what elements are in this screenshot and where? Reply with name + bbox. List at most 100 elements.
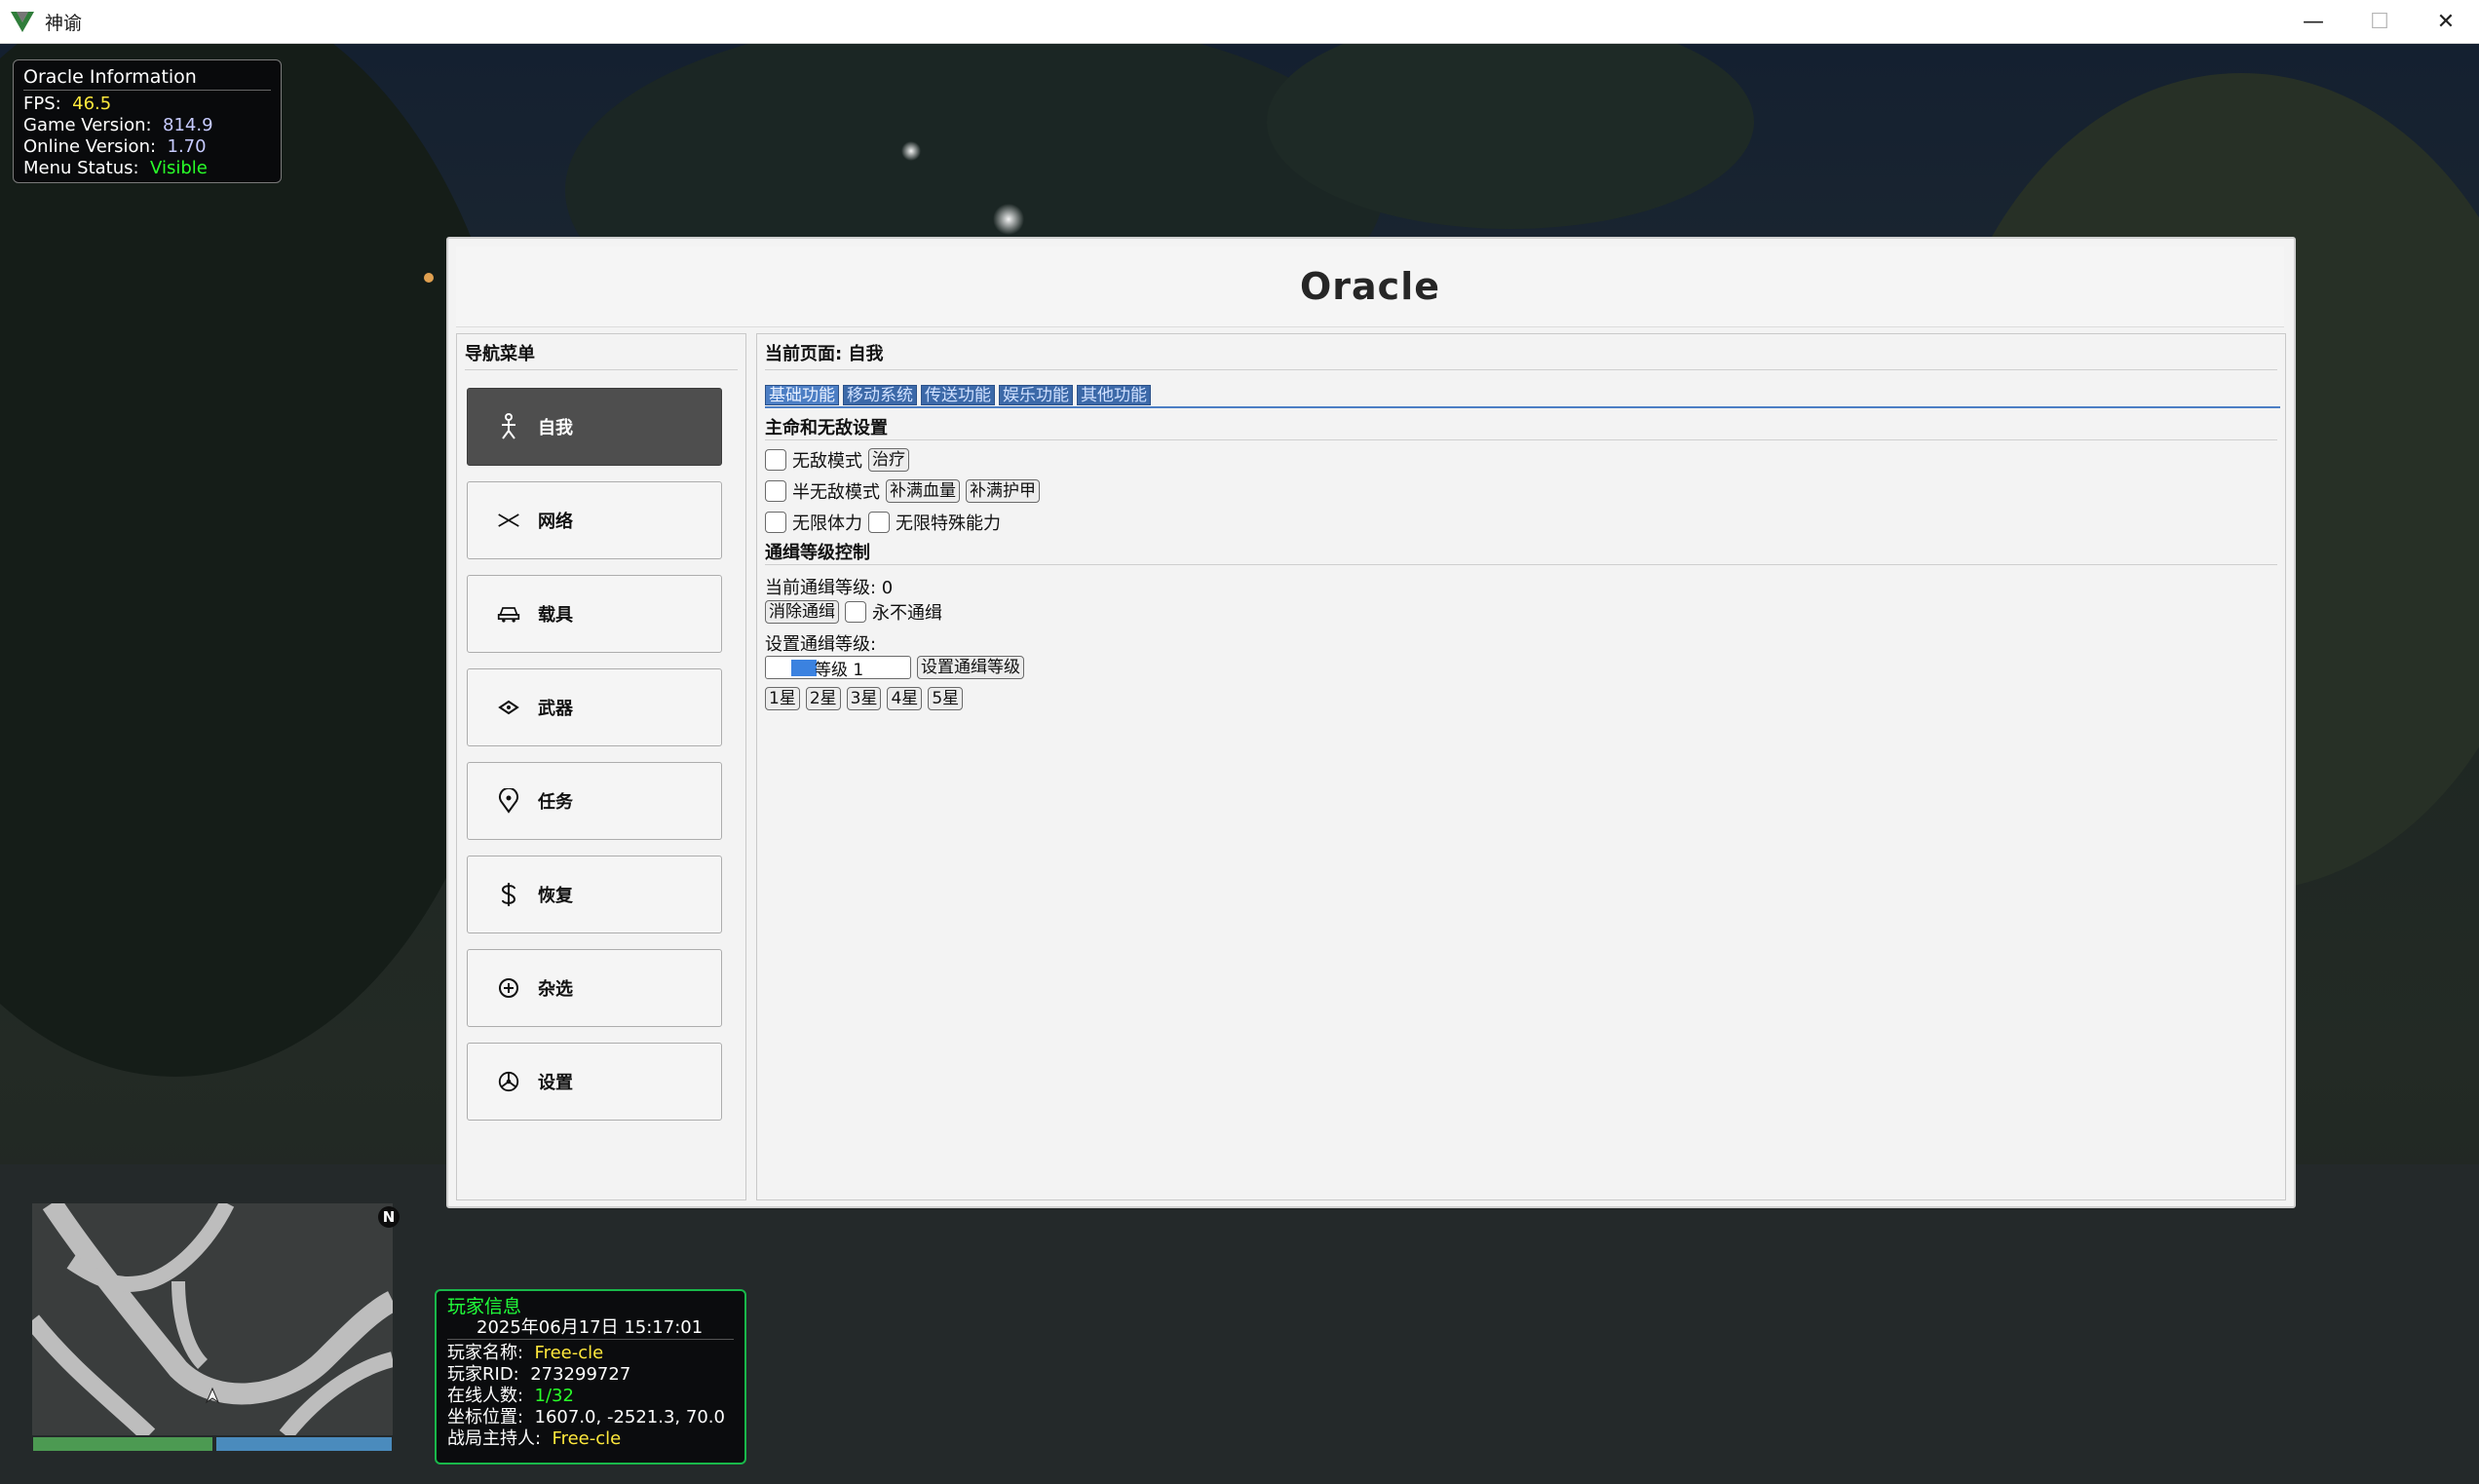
online-version-value: 1.70	[167, 136, 207, 157]
star-4-button[interactable]: 4星	[887, 687, 923, 710]
weapon-icon	[497, 694, 520, 721]
session-host-value: Free-cle	[552, 1428, 622, 1449]
star-5-button[interactable]: 5星	[928, 687, 964, 710]
app-logo-icon	[11, 12, 34, 32]
north-indicator: N	[378, 1206, 400, 1228]
online-version-label: Online Version:	[23, 136, 157, 157]
heal-button[interactable]: 治疗	[868, 448, 909, 472]
window-title: 神谕	[45, 12, 83, 34]
infinite-special-checkbox[interactable]	[868, 512, 890, 533]
current-wanted-level: 当前通缉等级: 0	[765, 578, 894, 598]
star-1-button[interactable]: 1星	[765, 687, 800, 710]
location-pin-icon	[497, 787, 520, 815]
window-titlebar: 神谕 — ☐ ✕	[0, 0, 2479, 44]
infinite-stamina-label: 无限体力	[792, 514, 862, 534]
maximize-button[interactable]: ☐	[2346, 0, 2413, 43]
refill-health-button[interactable]: 补满血量	[886, 479, 960, 503]
nav-panel-title: 导航菜单	[465, 344, 535, 364]
nav-panel: 导航菜单 自我 网络 载具 武器 任务 恢复 杂选 设置	[456, 333, 746, 1200]
star-2-button[interactable]: 2星	[805, 687, 841, 710]
tab-fun[interactable]: 娱乐功能	[999, 385, 1073, 405]
never-wanted-checkbox[interactable]	[845, 601, 866, 623]
nav-item-vehicle[interactable]: 载具	[467, 575, 722, 653]
oracle-header: Oracle	[456, 247, 2284, 327]
dollar-icon	[497, 881, 520, 908]
nav-item-label: 载具	[538, 605, 573, 626]
oracle-menu-window: Oracle 导航菜单 自我 网络 载具 武器 任务 恢复 杂选 设置 当前页面…	[446, 237, 2296, 1208]
star-3-button[interactable]: 3星	[846, 687, 882, 710]
player-info-datetime: 2025年06月17日 15:17:01	[447, 1317, 734, 1340]
current-page-label: 当前页面: 自我	[765, 344, 884, 364]
online-count-label: 在线人数:	[447, 1386, 524, 1406]
plus-circle-icon	[497, 974, 520, 1002]
nav-item-label: 网络	[538, 512, 573, 532]
oracle-brand-title: Oracle	[1299, 265, 1440, 308]
minimap-roads	[32, 1203, 393, 1435]
person-icon	[497, 413, 520, 440]
semi-godmode-label: 半无敌模式	[792, 482, 880, 503]
infinite-special-label: 无限特殊能力	[896, 514, 1001, 534]
nav-item-mission[interactable]: 任务	[467, 762, 722, 840]
semi-godmode-checkbox[interactable]	[765, 480, 786, 502]
section-health-title: 主命和无敌设置	[765, 418, 888, 438]
tab-basic[interactable]: 基础功能	[765, 385, 839, 405]
refill-armor-button[interactable]: 补满护甲	[966, 479, 1040, 503]
nav-item-label: 杂选	[538, 979, 573, 1000]
minimize-button[interactable]: —	[2280, 0, 2346, 43]
coords-value: 1607.0, -2521.3, 70.0	[534, 1407, 725, 1427]
tab-other[interactable]: 其他功能	[1077, 385, 1151, 405]
nav-item-settings[interactable]: 设置	[467, 1043, 722, 1121]
text-selection	[791, 660, 817, 676]
player-info-title: 玩家信息	[447, 1296, 522, 1317]
content-panel: 当前页面: 自我 基础功能 移动系统 传送功能 娱乐功能 其他功能 主命和无敌设…	[756, 333, 2286, 1200]
wanted-level-input[interactable]: 等级 1	[765, 656, 911, 680]
clear-wanted-button[interactable]: 消除通缉	[765, 600, 839, 624]
nav-item-self[interactable]: 自我	[467, 388, 722, 466]
player-info-overlay: 玩家信息 2025年06月17日 15:17:01 玩家名称: Free-cle…	[435, 1289, 746, 1465]
wanted-level-input-value: 等级 1	[815, 660, 864, 680]
nav-divider	[465, 369, 738, 370]
fps-label: FPS:	[23, 94, 61, 114]
nav-item-label: 恢复	[538, 886, 573, 906]
network-icon	[497, 507, 520, 534]
player-name-label: 玩家名称:	[447, 1343, 524, 1363]
nav-item-label: 任务	[538, 792, 573, 813]
nav-item-recovery[interactable]: 恢复	[467, 856, 722, 933]
section-divider	[765, 439, 2277, 440]
player-name-value: Free-cle	[534, 1343, 604, 1363]
tab-underline	[765, 406, 2280, 408]
nav-item-label: 设置	[538, 1073, 573, 1093]
player-rid-label: 玩家RID:	[447, 1364, 519, 1385]
wheel-icon	[497, 1068, 520, 1095]
set-wanted-level-label: 设置通缉等级:	[765, 634, 877, 655]
tab-teleport[interactable]: 传送功能	[921, 385, 995, 405]
section-divider	[765, 564, 2277, 565]
set-wanted-level-button[interactable]: 设置通缉等级	[917, 656, 1024, 679]
nav-item-network[interactable]: 网络	[467, 481, 722, 559]
car-icon	[497, 600, 520, 628]
section-wanted-title: 通缉等级控制	[765, 543, 870, 563]
armor-bar	[216, 1437, 392, 1451]
tab-bar: 基础功能 移动系统 传送功能 娱乐功能 其他功能	[765, 385, 1151, 405]
oracle-info-overlay: Oracle Information FPS: 46.5 Game Versio…	[13, 59, 282, 183]
coords-label: 坐标位置:	[447, 1407, 524, 1427]
fps-value: 46.5	[72, 94, 112, 114]
player-rid-value: 273299727	[530, 1364, 631, 1385]
never-wanted-label: 永不通缉	[872, 603, 942, 624]
content-divider	[765, 369, 2277, 370]
menu-status-value: Visible	[150, 158, 208, 178]
online-count-value: 1/32	[534, 1386, 574, 1406]
menu-status-label: Menu Status:	[23, 158, 139, 178]
game-version-label: Game Version:	[23, 115, 152, 135]
tab-movement[interactable]: 移动系统	[843, 385, 917, 405]
infinite-stamina-checkbox[interactable]	[765, 512, 786, 533]
minimap	[32, 1203, 393, 1435]
nav-item-weapon[interactable]: 武器	[467, 668, 722, 746]
nav-item-misc[interactable]: 杂选	[467, 949, 722, 1027]
godmode-checkbox[interactable]	[765, 449, 786, 471]
nav-item-label: 武器	[538, 699, 573, 719]
godmode-label: 无敌模式	[792, 451, 862, 472]
close-button[interactable]: ✕	[2413, 0, 2479, 43]
session-host-label: 战局主持人:	[447, 1428, 542, 1449]
oracle-info-title: Oracle Information	[23, 66, 271, 91]
